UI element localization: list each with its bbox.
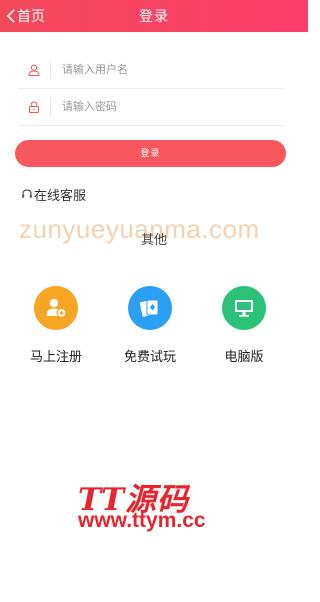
register-icon-circle (34, 286, 78, 330)
username-input[interactable] (62, 58, 272, 82)
online-service-link[interactable]: 在线客服 (21, 186, 87, 203)
password-input[interactable] (62, 95, 272, 119)
add-user-icon (46, 298, 67, 319)
password-field-row (18, 89, 285, 126)
desktop-version-label: 电脑版 (224, 349, 264, 364)
login-page: 首页 登录 登录 (0, 0, 308, 602)
login-form (18, 52, 285, 126)
register-option[interactable]: 马上注册 (16, 286, 96, 365)
online-service-label: 在线客服 (34, 187, 87, 203)
username-field-row (18, 52, 285, 89)
user-icon (28, 64, 40, 76)
playing-cards-icon (139, 299, 159, 317)
login-button[interactable]: 登录 (15, 140, 286, 167)
top-header: 首页 登录 (0, 0, 308, 32)
desktop-version-option[interactable]: 电脑版 (204, 286, 284, 365)
field-divider (50, 61, 51, 79)
free-trial-option[interactable]: 免费试玩 (110, 286, 190, 365)
desktop-icon-circle (222, 286, 266, 330)
page-title: 登录 (139, 8, 169, 24)
free-trial-icon-circle (128, 286, 172, 330)
field-divider (50, 98, 51, 116)
register-label: 马上注册 (29, 349, 82, 364)
other-section-label: 其他 (140, 232, 167, 247)
lock-icon (29, 101, 39, 113)
desktop-monitor-icon (235, 300, 253, 317)
headset-icon (22, 189, 32, 198)
free-trial-label: 免费试玩 (123, 349, 176, 364)
brand-url-text: www.ttym.cc (78, 509, 206, 532)
